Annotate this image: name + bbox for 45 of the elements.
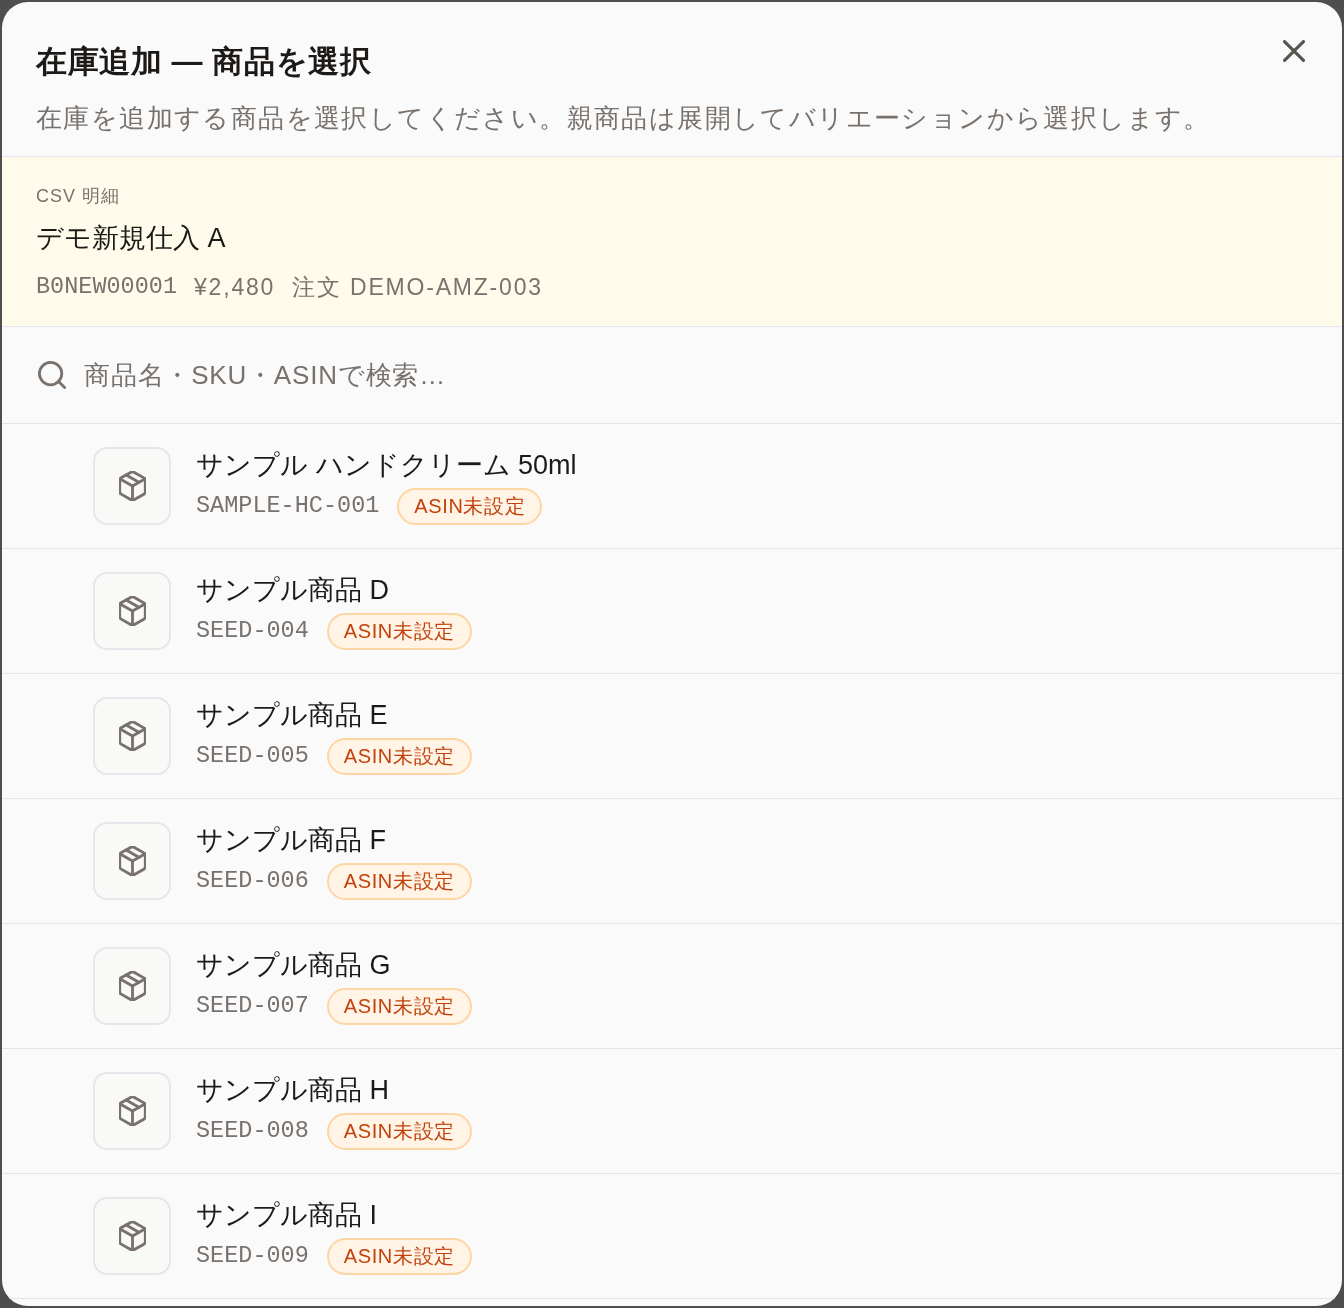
- product-list-item[interactable]: サンプル商品 H SEED-008 ASIN未設定: [2, 1049, 1342, 1174]
- status-tag: ASIN未設定: [326, 862, 472, 900]
- status-tag: ASIN未設定: [326, 987, 472, 1025]
- status-tag: ASIN未設定: [326, 1237, 472, 1275]
- product-name: サンプル ハンドクリーム 50ml: [196, 448, 577, 482]
- product-list-item[interactable]: サンプル商品 F SEED-006 ASIN未設定: [2, 799, 1342, 924]
- product-name: サンプル商品 I: [196, 1198, 378, 1232]
- product-name: サンプル商品 H: [196, 1073, 390, 1107]
- product-list-item[interactable]: サンプル ハンドクリーム 50ml SAMPLE-HC-001 ASIN未設定: [2, 424, 1342, 549]
- dialog-title: 在庫追加 — 商品を選択: [36, 44, 373, 80]
- package-icon: [93, 1072, 171, 1150]
- asin-code: B0NEW00001: [36, 272, 178, 302]
- product-sku: SEED-005: [196, 741, 309, 771]
- price-text: ¥2,480: [194, 273, 276, 302]
- product-name: サンプル商品 E: [196, 698, 389, 732]
- product-name: サンプル商品 D: [196, 573, 390, 607]
- status-tag: ASIN未設定: [326, 612, 472, 650]
- product-name: サンプル商品 F: [196, 823, 387, 857]
- product-list-item[interactable]: サンプル商品 D SEED-004 ASIN未設定: [2, 549, 1342, 674]
- product-sku: SEED-006: [196, 866, 309, 896]
- package-icon: [93, 1197, 171, 1275]
- product-sku: SEED-008: [196, 1116, 309, 1146]
- product-sku: SAMPLE-HC-001: [196, 491, 380, 521]
- product-sku: SEED-007: [196, 991, 309, 1021]
- csv-label: CSV 明細: [36, 185, 121, 208]
- package-icon: [93, 947, 171, 1025]
- status-tag: ASIN未設定: [326, 1112, 472, 1150]
- order-number: 注文 DEMO-AMZ-003: [292, 273, 543, 302]
- product-sku: SEED-004: [196, 616, 309, 646]
- close-icon: [1283, 40, 1305, 62]
- product-list-item[interactable]: サンプル商品 G SEED-007 ASIN未設定: [2, 924, 1342, 1049]
- search-field[interactable]: 商品名・SKU・ASINで検索…: [84, 355, 1308, 395]
- csv-product-name: デモ新規仕入 A: [36, 222, 227, 255]
- package-icon: [93, 822, 171, 900]
- product-sku: SEED-009: [196, 1241, 309, 1271]
- product-name: サンプル商品 G: [196, 948, 392, 982]
- product-list-item[interactable]: サンプル商品 I SEED-009 ASIN未設定: [2, 1174, 1342, 1299]
- status-tag: ASIN未設定: [397, 487, 543, 525]
- search-icon: [38, 361, 66, 389]
- status-tag: ASIN未設定: [326, 737, 472, 775]
- package-icon: [93, 572, 171, 650]
- product-list-item[interactable]: サンプル商品 E SEED-005 ASIN未設定: [2, 674, 1342, 799]
- dialog-description: 在庫を追加する商品を選択してください。親商品は展開してバリエーションから選択します。: [36, 102, 1212, 135]
- package-icon: [93, 447, 171, 525]
- package-icon: [93, 697, 171, 775]
